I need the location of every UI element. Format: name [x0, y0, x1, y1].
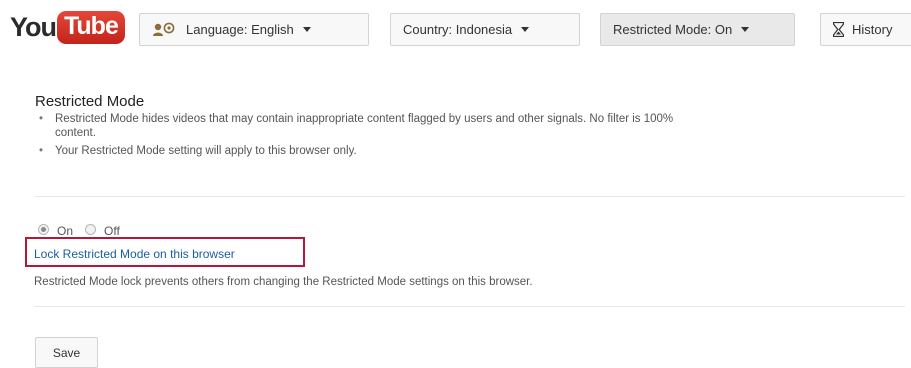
radio-off[interactable] — [85, 223, 97, 235]
restricted-mode-dropdown[interactable]: Restricted Mode: On — [600, 13, 795, 46]
youtube-logo[interactable]: You Tube — [10, 11, 125, 44]
save-button[interactable]: Save — [35, 337, 98, 368]
caret-down-icon — [741, 27, 750, 32]
restricted-mode-notes: Restricted Mode hides videos that may co… — [35, 112, 905, 162]
lock-description: Restricted Mode lock prevents others fro… — [34, 276, 533, 288]
note-1-line-2: content. — [55, 127, 96, 139]
radio-on[interactable] — [38, 223, 49, 235]
lock-restricted-mode-link[interactable]: Lock Restricted Mode on this browser — [34, 247, 235, 261]
people-speech-icon — [152, 22, 178, 38]
note-item: Restricted Mode hides videos that may co… — [35, 112, 911, 140]
restricted-mode-label: Restricted Mode: On — [613, 22, 733, 37]
logo-you-text: You — [10, 12, 57, 42]
history-label: History — [852, 22, 893, 37]
caret-down-icon — [302, 27, 311, 32]
youtube-settings-page: You Tube Language: English Country: Indo… — [0, 0, 911, 368]
language-label: Language: English — [186, 22, 294, 37]
note-1-line-1: Restricted Mode hides videos that may co… — [55, 113, 674, 125]
radio-off-label[interactable]: Off — [104, 224, 120, 238]
divider — [35, 196, 905, 197]
logo-tube-text: Tube — [57, 11, 125, 44]
restricted-mode-title: Restricted Mode — [35, 93, 145, 110]
divider — [35, 306, 905, 307]
note-item: Your Restricted Mode setting will apply … — [35, 144, 905, 158]
caret-down-icon — [521, 27, 530, 32]
language-dropdown[interactable]: Language: English — [139, 13, 369, 46]
radio-on-label[interactable]: On — [57, 224, 73, 238]
note-2-text: Your Restricted Mode setting will apply … — [55, 145, 357, 157]
history-button[interactable]: History — [820, 13, 911, 46]
country-label: Country: Indonesia — [403, 22, 513, 37]
hourglass-icon — [833, 22, 844, 37]
restricted-mode-toggle: On Off — [38, 220, 132, 238]
country-dropdown[interactable]: Country: Indonesia — [390, 13, 580, 46]
